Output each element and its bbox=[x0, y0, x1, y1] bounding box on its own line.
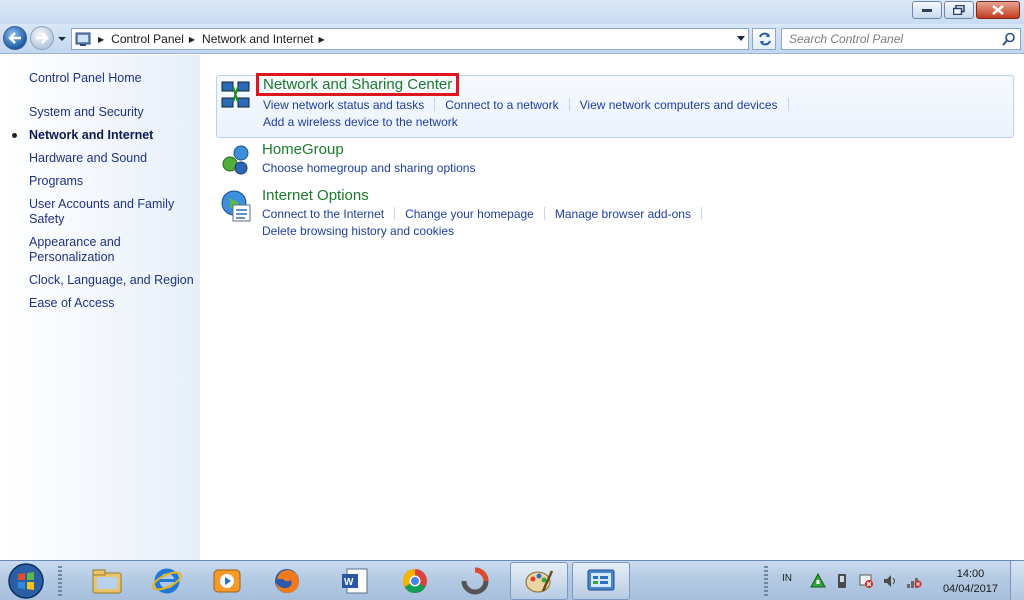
link-separator bbox=[434, 98, 436, 111]
manage-browser-addons-link[interactable]: Manage browser add-ons bbox=[555, 207, 691, 221]
volume-icon[interactable] bbox=[882, 573, 898, 589]
taskbar-media-player[interactable] bbox=[198, 562, 256, 600]
network-sharing-links-row2: Add a wireless device to the network bbox=[263, 115, 458, 129]
internet-options-title[interactable]: Internet Options bbox=[262, 187, 369, 204]
homegroup-icon[interactable] bbox=[219, 143, 253, 177]
sidebar-item-network-and-internet[interactable]: Network and Internet bbox=[12, 128, 194, 143]
link-separator bbox=[787, 98, 789, 111]
category-homegroup: HomeGroup Choose homegroup and sharing o… bbox=[216, 141, 1014, 181]
sidebar-item-system-and-security[interactable]: System and Security bbox=[29, 105, 194, 120]
minimize-button[interactable] bbox=[912, 1, 942, 19]
language-indicator[interactable]: IN bbox=[782, 573, 792, 584]
address-bar[interactable]: ▶ Control Panel ▶ Network and Internet ▶ bbox=[71, 28, 749, 50]
clock[interactable]: 14:00 04/04/2017 bbox=[943, 567, 998, 597]
internet-options-links-row1: Connect to the Internet Change your homep… bbox=[262, 207, 712, 221]
add-wireless-device-link[interactable]: Add a wireless device to the network bbox=[263, 115, 458, 129]
delete-browsing-history-link[interactable]: Delete browsing history and cookies bbox=[262, 224, 454, 238]
close-button[interactable] bbox=[976, 1, 1020, 19]
taskbar-paint[interactable] bbox=[510, 562, 568, 600]
title-bar bbox=[0, 0, 1024, 24]
refresh-button[interactable] bbox=[752, 28, 776, 50]
sidebar-item-programs[interactable]: Programs bbox=[29, 174, 194, 189]
breadcrumb-arrow-icon[interactable]: ▶ bbox=[318, 35, 324, 44]
category-network-sharing-center: Network and Sharing Center View network … bbox=[216, 73, 1014, 138]
breadcrumb-network-and-internet[interactable]: Network and Internet bbox=[202, 32, 313, 46]
sidebar-item-hardware-and-sound[interactable]: Hardware and Sound bbox=[29, 151, 194, 166]
sidebar-item-ease-of-access[interactable]: Ease of Access bbox=[29, 296, 194, 311]
network-sharing-center-title[interactable]: Network and Sharing Center bbox=[256, 73, 460, 96]
taskbar-app[interactable] bbox=[446, 562, 504, 600]
media-player-icon bbox=[213, 569, 241, 593]
link-separator bbox=[543, 207, 545, 220]
refresh-icon bbox=[759, 32, 771, 46]
sidebar-item-appearance[interactable]: Appearance and Personalization bbox=[29, 235, 194, 265]
control-panel-home-link[interactable]: Control Panel Home bbox=[29, 71, 142, 85]
paint-icon bbox=[525, 570, 554, 593]
back-button[interactable] bbox=[3, 26, 27, 50]
show-desktop-button[interactable] bbox=[1010, 561, 1024, 600]
restore-button[interactable] bbox=[944, 1, 974, 19]
app-icon bbox=[461, 567, 489, 595]
sidebar-item-user-accounts[interactable]: User Accounts and Family Safety bbox=[29, 197, 194, 227]
taskbar: W IN 14:00 04/04/2017 bbox=[0, 560, 1024, 600]
internet-options-links-row2: Delete browsing history and cookies bbox=[262, 224, 454, 238]
view-network-computers-link[interactable]: View network computers and devices bbox=[580, 98, 778, 112]
link-separator bbox=[700, 207, 702, 220]
recent-pages-dropdown-icon[interactable] bbox=[57, 34, 67, 44]
breadcrumb-arrow-icon[interactable]: ▶ bbox=[189, 35, 195, 44]
link-separator bbox=[394, 207, 396, 220]
category-list: System and Security Network and Internet… bbox=[12, 105, 194, 319]
sidebar-item-clock-language-region[interactable]: Clock, Language, and Region bbox=[29, 273, 194, 288]
taskbar-firefox[interactable] bbox=[258, 562, 316, 600]
search-box[interactable] bbox=[781, 28, 1021, 50]
control-panel-icon bbox=[587, 569, 615, 591]
connect-to-internet-link[interactable]: Connect to the Internet bbox=[262, 207, 384, 221]
breadcrumb-arrow-icon[interactable]: ▶ bbox=[98, 35, 104, 44]
search-icon[interactable] bbox=[1002, 32, 1016, 46]
taskbar-internet-explorer[interactable] bbox=[138, 562, 196, 600]
left-navigation-pane: Control Panel Home System and Security N… bbox=[0, 55, 200, 560]
network-icon[interactable] bbox=[220, 78, 254, 112]
taskbar-word[interactable]: W bbox=[326, 562, 384, 600]
system-tray: IN 14:00 04/04/2017 bbox=[764, 561, 1024, 600]
choose-homegroup-link[interactable]: Choose homegroup and sharing options bbox=[262, 161, 475, 175]
link-separator bbox=[568, 98, 570, 111]
internet-options-icon[interactable] bbox=[219, 189, 253, 223]
navigation-bar: ▶ Control Panel ▶ Network and Internet ▶ bbox=[0, 24, 1024, 54]
homegroup-title[interactable]: HomeGroup bbox=[262, 141, 344, 158]
internet-explorer-icon bbox=[152, 568, 182, 594]
firefox-icon bbox=[275, 569, 299, 593]
taskbar-grip[interactable] bbox=[58, 566, 62, 596]
window-controls bbox=[910, 1, 1020, 19]
taskbar-control-panel[interactable] bbox=[572, 562, 630, 600]
search-input[interactable] bbox=[782, 29, 992, 49]
chrome-icon bbox=[402, 569, 427, 594]
connect-to-network-link[interactable]: Connect to a network bbox=[445, 98, 558, 112]
network-sharing-links-row1: View network status and tasks Connect to … bbox=[263, 98, 799, 112]
device-icon[interactable] bbox=[834, 573, 850, 589]
breadcrumb-control-panel[interactable]: Control Panel bbox=[111, 32, 184, 46]
control-panel-icon bbox=[75, 32, 91, 46]
view-network-status-link[interactable]: View network status and tasks bbox=[263, 98, 424, 112]
flag-error-icon[interactable] bbox=[858, 573, 874, 589]
tray-grip[interactable] bbox=[764, 566, 768, 596]
change-homepage-link[interactable]: Change your homepage bbox=[405, 207, 534, 221]
category-internet-options: Internet Options Connect to the Internet… bbox=[216, 187, 1014, 239]
forward-button[interactable] bbox=[30, 26, 54, 50]
clock-date: 04/04/2017 bbox=[942, 583, 998, 595]
svg-text:W: W bbox=[344, 577, 354, 588]
clock-time: 14:00 bbox=[956, 568, 985, 580]
taskbar-explorer[interactable] bbox=[78, 562, 136, 600]
green-triangle-icon[interactable] bbox=[810, 573, 826, 589]
main-content: Network and Sharing Center View network … bbox=[200, 55, 1024, 560]
word-icon: W bbox=[342, 568, 368, 594]
homegroup-links-row1: Choose homegroup and sharing options bbox=[262, 161, 475, 175]
explorer-icon bbox=[92, 569, 122, 594]
start-button-icon[interactable] bbox=[4, 562, 48, 600]
network-status-icon[interactable] bbox=[906, 573, 922, 589]
address-dropdown-icon[interactable] bbox=[736, 35, 746, 43]
taskbar-chrome[interactable] bbox=[386, 562, 444, 600]
